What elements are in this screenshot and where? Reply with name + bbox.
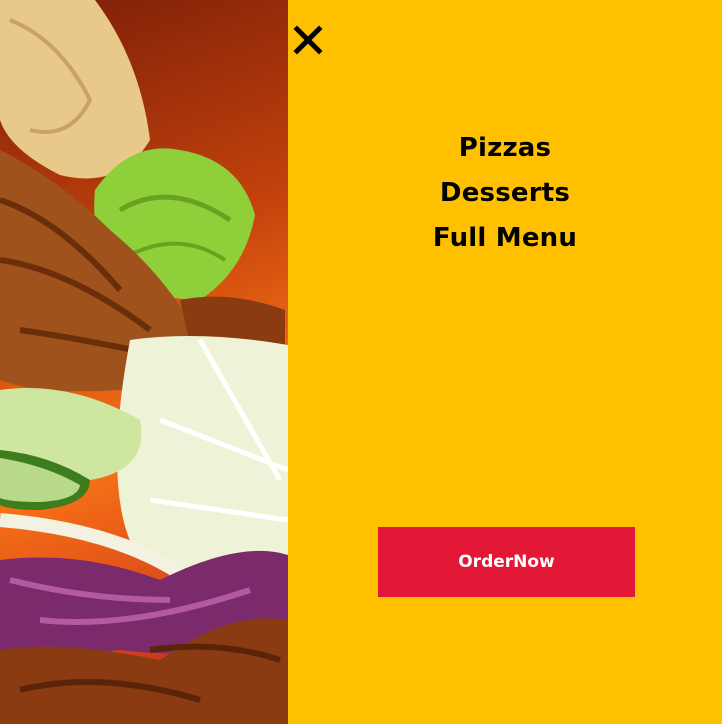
nav-link-pizzas[interactable]: Pizzas (459, 133, 551, 163)
nav-menu: Pizzas Desserts Full Menu (288, 126, 722, 261)
food-photo (0, 0, 288, 724)
nav-item-desserts: Desserts (288, 171, 722, 216)
nav-link-desserts[interactable]: Desserts (440, 178, 570, 208)
order-now-button[interactable]: OrderNow (378, 527, 635, 597)
kebab-illustration (0, 0, 288, 724)
close-button[interactable] (292, 24, 324, 56)
menu-panel: Pizzas Desserts Full Menu OrderNow (288, 0, 722, 724)
nav-item-full-menu: Full Menu (288, 216, 722, 261)
nav-item-pizzas: Pizzas (288, 126, 722, 171)
page: Pizzas Desserts Full Menu OrderNow (0, 0, 722, 724)
close-icon (293, 25, 323, 55)
nav-link-full-menu[interactable]: Full Menu (433, 223, 577, 253)
